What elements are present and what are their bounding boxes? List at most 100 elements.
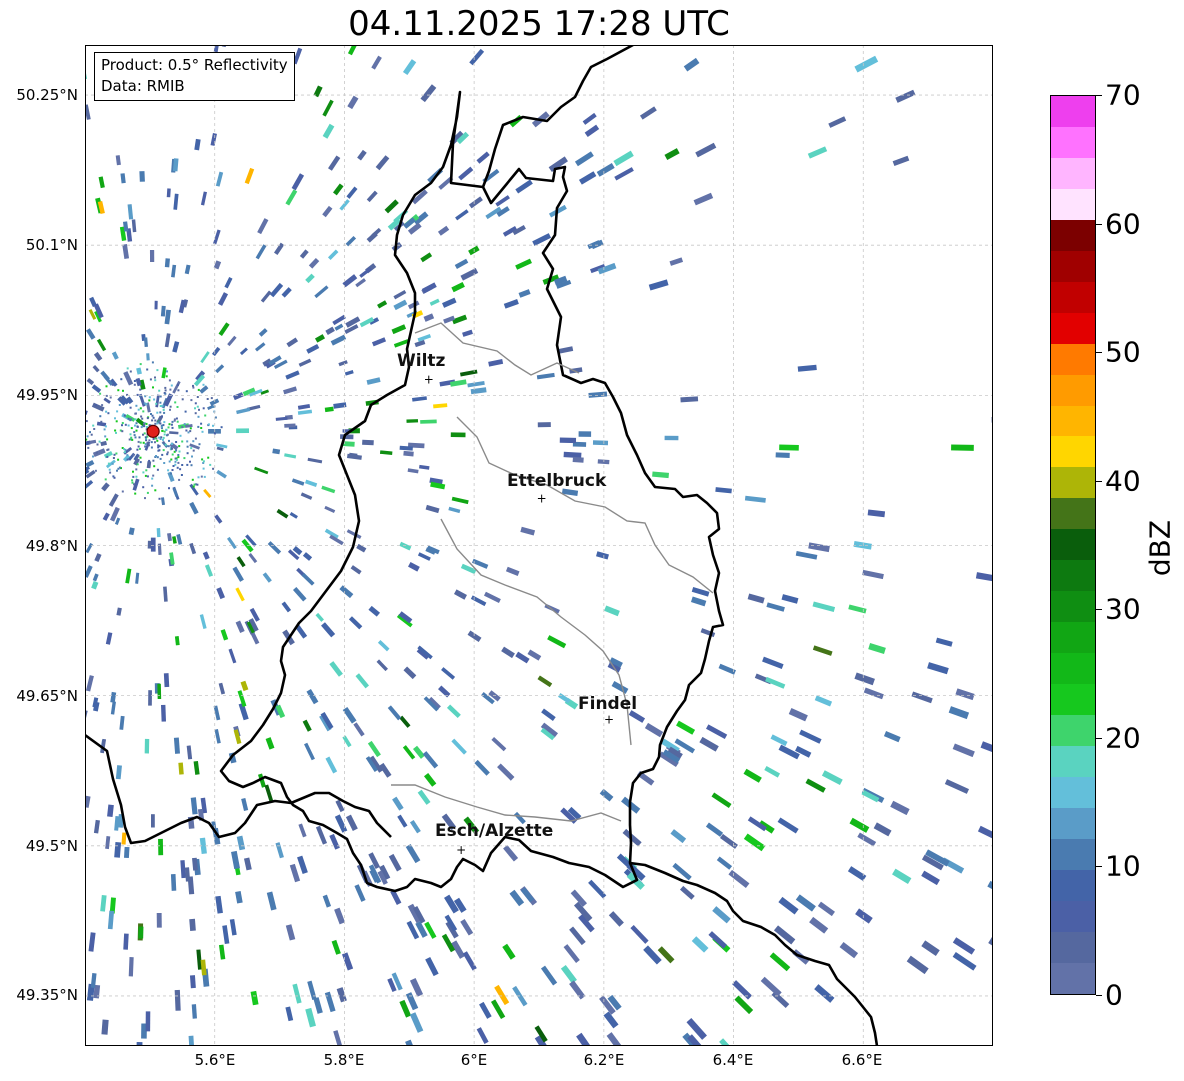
echo-cell [161,453,164,456]
echo-cell [139,171,145,182]
echo-cell [151,814,155,828]
colorbar-segment [1051,157,1095,189]
echo-cell [194,407,196,410]
echo-cell [190,464,193,467]
lat-tick-label: 49.95°N [16,386,78,404]
echo-cell [159,422,162,425]
echo-cell [154,419,157,422]
echo-cell [220,426,223,429]
echo-cell [197,415,200,418]
echo-cell [779,444,799,451]
colorbar-tick-label: 0 [1105,978,1123,1012]
echo-cell [170,423,173,426]
echo-cell [94,404,97,407]
echo-cell [146,491,149,494]
echo-cell [134,492,137,495]
echo-cell [170,472,172,475]
echo-cell [160,704,167,722]
echo-cell [89,441,92,444]
echo-cell [159,405,162,407]
colorbar-segment [1051,96,1095,127]
echo-cell [146,368,149,371]
echo-cell [166,453,169,456]
echo-cell [206,398,209,400]
echo-cell [151,414,154,417]
radar-map-panel[interactable]: + + + + [85,45,993,1046]
echo-cell [189,918,196,932]
echo-cell [167,445,170,448]
echo-cell [143,425,146,428]
echo-cell [163,462,166,464]
echo-cell [93,428,96,430]
echo-cell [179,434,182,437]
echo-cell [197,388,200,391]
echo-cell [170,442,173,445]
echo-cell [284,423,296,428]
echo-cell [170,874,177,891]
echo-cell [181,440,184,443]
echo-cell [100,420,103,423]
echo-cell [169,408,171,411]
echo-cell [120,378,123,381]
echo-cell [127,424,130,427]
echo-cell [156,912,162,928]
echo-cell [107,412,110,415]
echo-cell [200,427,203,429]
echo-cell [158,838,164,856]
echo-cell [177,389,180,392]
lat-tick-label: 49.5°N [25,837,78,855]
colorbar-segment [1051,343,1095,375]
echo-cell [139,363,142,366]
echo-cell [146,475,149,478]
colorbar-segment [1051,219,1095,251]
echo-cell [126,367,129,370]
echo-cell [572,456,584,463]
colorbar-segment [1051,498,1095,530]
echo-cell [156,439,159,442]
echo-cell [164,389,167,392]
colorbar-tick-label: 60 [1105,207,1141,241]
echo-cell [145,469,148,472]
colorbar-segment [1051,126,1095,158]
echo-cell [116,469,118,472]
echo-cell [162,449,165,452]
echo-cell [107,448,110,451]
echo-cell [124,448,127,451]
radar-map[interactable]: + + + + [85,45,993,1046]
echo-cell [111,462,114,465]
echo-cell [155,455,157,457]
echo-cell [161,429,164,432]
echo-cell [154,489,157,492]
echo-cell [146,353,150,361]
colorbar-segment [1051,467,1095,499]
colorbar-tick-label: 10 [1105,849,1141,883]
echo-cell [173,418,176,421]
echo-cell [150,441,153,444]
echo-cell [148,396,151,399]
colorbar-tick [1096,995,1102,996]
echo-cell [130,436,133,439]
echo-cell [151,361,154,364]
echo-cell [145,426,148,428]
echo-cell [166,433,169,436]
echo-cell [193,483,196,486]
echo-cell [133,431,136,434]
echo-cell [186,463,189,466]
colorbar-segment [1051,684,1095,716]
echo-cell [142,433,144,436]
echo-cell [153,398,156,401]
city-label-findel: Findel [578,694,638,714]
echo-cell [197,425,200,428]
echo-cell [212,467,215,470]
echo-cell [109,471,112,474]
echo-cell [127,417,130,420]
echo-cell [192,440,195,443]
echo-cell [158,420,161,423]
echo-cell [126,454,129,457]
echo-cell [114,417,116,420]
echo-cell [159,457,162,460]
echo-cell [179,468,182,471]
echo-cell [151,419,154,422]
radar-site-marker[interactable] [146,424,160,438]
echo-cell [178,762,184,775]
